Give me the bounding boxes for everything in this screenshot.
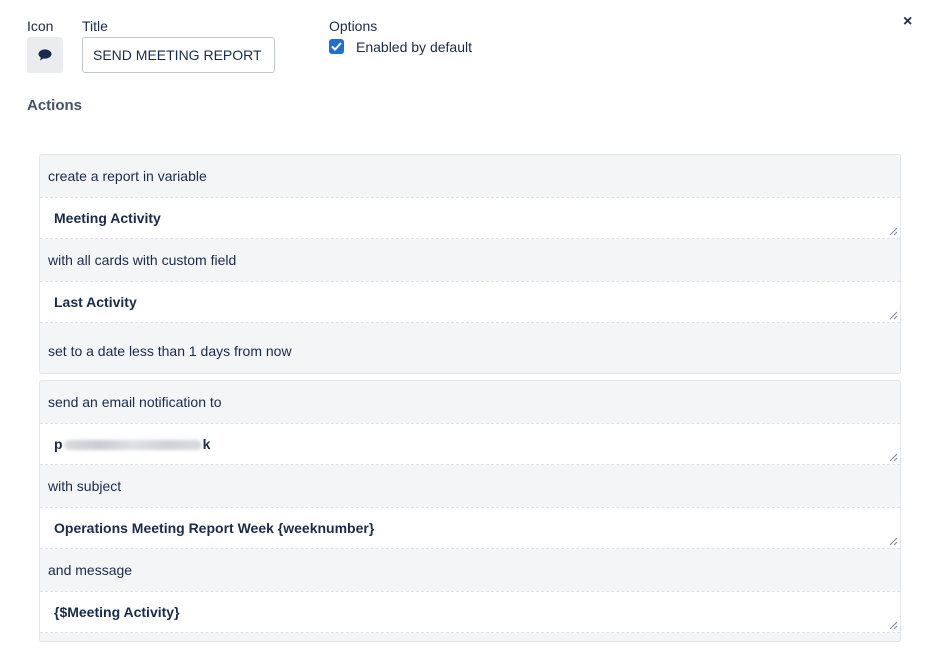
title-label: Title <box>82 18 108 34</box>
actions-heading: Actions <box>27 97 83 114</box>
resize-grip-icon[interactable] <box>889 621 898 630</box>
action-row-label: create a report in variable <box>48 168 207 184</box>
action-row-label: send an email notification to <box>48 394 222 410</box>
redacted-email <box>63 440 202 451</box>
email-subject-field[interactable]: Operations Meeting Report Week {weeknumb… <box>40 507 900 549</box>
action-row-label: set to a date less than 1 days from now <box>48 343 292 359</box>
email-recipient-value: pk <box>54 424 210 464</box>
card-footer-spacer <box>40 633 900 641</box>
icon-label: Icon <box>27 18 54 34</box>
email-recipient-field[interactable]: pk <box>40 423 900 465</box>
enabled-label: Enabled by default <box>356 39 472 55</box>
resize-grip-icon[interactable] <box>889 537 898 546</box>
action-card-email: send an email notification to pk with su… <box>39 380 901 642</box>
comment-icon <box>38 49 52 61</box>
icon-picker-button[interactable] <box>27 37 63 73</box>
action-card-report: create a report in variable Meeting Acti… <box>39 154 901 374</box>
custom-field-value: Last Activity <box>54 294 137 310</box>
close-icon[interactable]: × <box>903 12 912 32</box>
resize-grip-icon[interactable] <box>889 311 898 320</box>
title-input[interactable]: SEND MEETING REPORT <box>82 37 275 73</box>
action-row-label: with all cards with custom field <box>48 252 237 268</box>
check-icon <box>331 42 342 51</box>
email-end: k <box>202 436 211 452</box>
resize-grip-icon[interactable] <box>889 227 898 236</box>
email-subject-value: Operations Meeting Report Week {weeknumb… <box>54 520 375 536</box>
custom-field-field[interactable]: Last Activity <box>40 281 900 323</box>
enabled-checkbox[interactable] <box>329 39 344 54</box>
variable-name-value: Meeting Activity <box>54 210 161 226</box>
action-row-label: and message <box>48 562 133 578</box>
email-message-field[interactable]: {$Meeting Activity} <box>40 591 900 633</box>
options-label: Options <box>329 18 378 34</box>
email-start: p <box>54 436 63 452</box>
email-message-value: {$Meeting Activity} <box>54 604 180 620</box>
variable-name-field[interactable]: Meeting Activity <box>40 197 900 239</box>
action-row-label: with subject <box>48 478 122 494</box>
resize-grip-icon[interactable] <box>889 453 898 462</box>
